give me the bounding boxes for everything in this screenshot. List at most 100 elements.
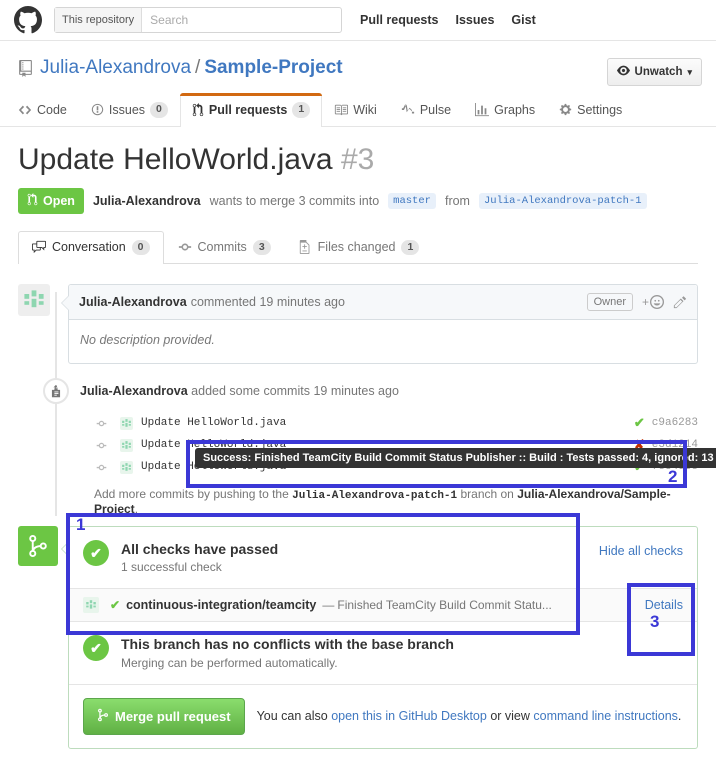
push-note-prefix: Add more commits by pushing to the	[94, 487, 289, 502]
hide-all-checks-link[interactable]: Hide all checks	[599, 540, 683, 558]
repo-separator: /	[195, 57, 201, 78]
open-in-github-desktop-link[interactable]: open this in GitHub Desktop	[331, 709, 487, 723]
comment-actions: Owner +	[586, 293, 687, 312]
merge-footer-text: You can also open this in GitHub Desktop…	[257, 709, 682, 723]
footer-text-1: You can also	[256, 709, 328, 724]
pencil-icon[interactable]	[673, 295, 687, 309]
head-branch-chip[interactable]: Julia-Alexandrova-patch-1	[478, 192, 647, 209]
pr-merge-text-1: wants to merge 3 commits into	[209, 193, 380, 208]
tab-pulse[interactable]: Pulse	[389, 93, 463, 127]
search-box[interactable]: This repository	[54, 7, 342, 33]
global-nav-links: Pull requests Issues Gist	[360, 13, 536, 27]
tab-pull-requests-label: Pull requests	[208, 102, 288, 117]
conflict-success-icon: ✔	[83, 635, 109, 662]
commit-sha[interactable]: c9a6283	[652, 417, 698, 429]
check-description: Finished TeamCity Build Commit Statu...	[337, 598, 552, 613]
commit-author-avatar	[120, 416, 133, 430]
add-reaction-icon[interactable]: +	[642, 295, 664, 310]
base-branch-chip[interactable]: master	[388, 192, 436, 209]
command-line-instructions-link[interactable]: command line instructions	[533, 709, 678, 723]
pr-merge-text-2: from	[444, 193, 470, 208]
table-row[interactable]: Update HelloWorld.java ✔ c9a6283	[94, 414, 698, 432]
tab-issues[interactable]: Issues 0	[79, 93, 180, 127]
tab-wiki[interactable]: Wiki	[322, 93, 389, 127]
tab-graphs[interactable]: Graphs	[463, 93, 547, 127]
git-commit-dot-icon	[94, 440, 108, 451]
issue-opened-icon	[91, 103, 104, 116]
tab-pull-requests-count: 1	[292, 102, 311, 118]
check-dash: —	[322, 598, 335, 613]
commits-event-label: added some commits 19 minutes ago	[191, 384, 399, 399]
footer-text-2: or view	[490, 709, 530, 724]
commits-event-header: Julia-Alexandrova added some commits 19 …	[18, 378, 698, 405]
push-note-branch[interactable]: Julia-Alexandrova-patch-1	[292, 490, 457, 502]
tab-settings[interactable]: Settings	[547, 93, 634, 127]
merge-pull-request-button[interactable]: Merge pull request	[83, 697, 245, 735]
nav-issues[interactable]: Issues	[456, 13, 495, 27]
gear-icon	[559, 103, 572, 116]
tab-files-changed[interactable]: Files changed 1	[285, 231, 434, 265]
tab-files-changed-label: Files changed	[317, 240, 396, 255]
commit-message[interactable]: Update HelloWorld.java	[141, 417, 286, 429]
status-badge: Open	[18, 187, 84, 214]
git-pull-request-icon	[192, 102, 204, 117]
nav-gist[interactable]: Gist	[511, 13, 535, 27]
comment-discussion-icon	[32, 240, 46, 254]
all-checks-passed-box: ✔ All checks have passed 1 successful ch…	[69, 527, 697, 588]
merge-status-box: ✔ All checks have passed 1 successful ch…	[18, 526, 698, 749]
pull-request-header: Update HelloWorld.java #3 Open Julia-Ale…	[0, 127, 716, 214]
diff-icon	[299, 240, 312, 255]
push-note-middle: branch on	[460, 487, 514, 502]
pull-request-tabs: Conversation 0 Commits 3 Files changed 1	[18, 230, 698, 265]
tab-commits[interactable]: Commits 3	[164, 231, 285, 265]
details-link[interactable]: Details	[645, 598, 683, 612]
git-merge-icon	[97, 708, 109, 725]
conflict-title: This branch has no conflicts with the ba…	[121, 636, 454, 653]
status-success-icon[interactable]: ✔	[634, 415, 645, 431]
top-navigation-bar: This repository Pull requests Issues Gis…	[0, 0, 716, 41]
nav-pull-requests[interactable]: Pull requests	[360, 13, 439, 27]
check-row-teamcity: ✔ continuous-integration/teamcity — Fini…	[69, 588, 697, 623]
checks-title: All checks have passed	[121, 541, 279, 558]
checks-subtitle: 1 successful check	[121, 560, 222, 575]
tab-conversation[interactable]: Conversation 0	[18, 230, 164, 265]
annotation-label-1: 1	[76, 515, 86, 534]
search-input[interactable]	[142, 8, 341, 32]
commit-author-avatar	[120, 460, 133, 474]
unwatch-button[interactable]: Unwatch ▾	[606, 58, 702, 86]
tab-settings-label: Settings	[577, 102, 623, 117]
comment-author[interactable]: Julia-Alexandrova	[79, 295, 187, 309]
tab-issues-label: Issues	[108, 102, 146, 117]
comment-thread: Julia-Alexandrova commented 19 minutes a…	[18, 284, 698, 365]
status-badge-label: Open	[43, 193, 75, 208]
unwatch-button-label: Unwatch	[634, 66, 683, 78]
push-note-suffix: .	[134, 502, 139, 517]
git-merge-icon	[18, 526, 58, 567]
tab-wiki-label: Wiki	[353, 102, 377, 117]
check-success-icon: ✔	[83, 540, 109, 567]
pull-request-meta: Open Julia-Alexandrova wants to merge 3 …	[18, 187, 698, 214]
tab-conversation-count: 0	[131, 239, 150, 256]
repo-owner-link[interactable]: Julia-Alexandrova	[40, 57, 191, 79]
git-commit-dot-icon	[94, 462, 108, 473]
tab-pulse-label: Pulse	[419, 102, 452, 117]
tab-code-label: Code	[37, 102, 67, 117]
graph-icon	[475, 102, 490, 117]
tab-files-changed-count: 1	[401, 239, 420, 256]
annotation-label-3: 3	[650, 612, 660, 631]
conflict-status-row: ✔ This branch has no conflicts with the …	[69, 622, 697, 683]
check-success-icon: ✔	[110, 598, 121, 613]
tab-pull-requests[interactable]: Pull requests 1	[179, 93, 323, 127]
commit-status-group: ✔ c9a6283	[634, 415, 698, 431]
repo-name-link[interactable]: Sample-Project	[204, 57, 342, 79]
commit-status-tooltip: Success: Finished TeamCity Build Commit …	[195, 448, 716, 468]
eye-icon	[616, 64, 630, 80]
avatar[interactable]	[18, 284, 50, 317]
pr-author[interactable]: Julia-Alexandrova	[93, 194, 201, 208]
commits-event-author[interactable]: Julia-Alexandrova	[80, 384, 188, 398]
commits-event-text: Julia-Alexandrova added some commits 19 …	[80, 384, 399, 398]
search-scope-label[interactable]: This repository	[55, 8, 143, 32]
tab-code[interactable]: Code	[6, 93, 79, 127]
page-title: Update HelloWorld.java #3	[18, 143, 698, 176]
github-mark-icon[interactable]	[14, 6, 42, 34]
